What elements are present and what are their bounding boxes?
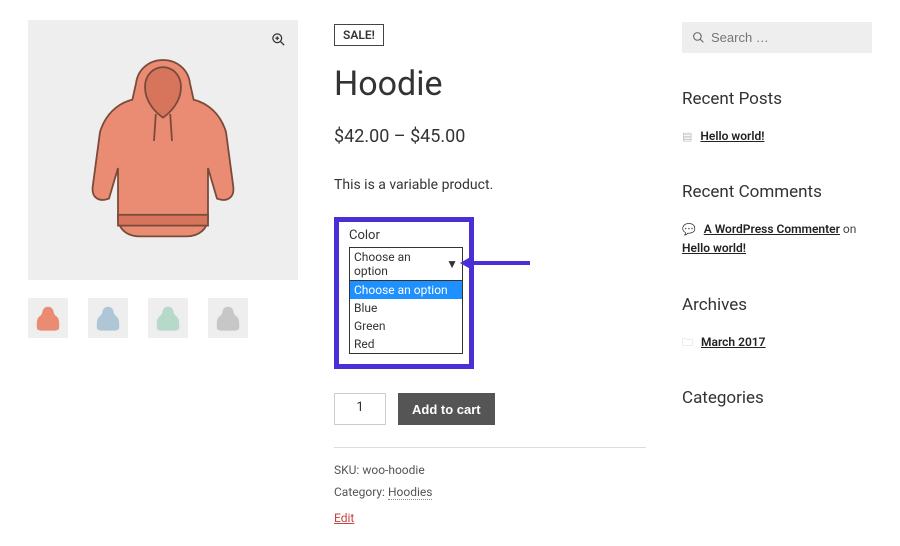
recent-comments-heading: Recent Comments <box>682 182 872 202</box>
select-value: Choose an option <box>354 250 446 278</box>
thumbnail-3[interactable] <box>148 298 188 338</box>
annotation-arrow <box>460 255 530 271</box>
color-select[interactable]: Choose an option ▼ <box>349 247 463 281</box>
categories-heading: Categories <box>682 388 872 408</box>
archives-heading: Archives <box>682 295 872 315</box>
recent-posts-heading: Recent Posts <box>682 89 872 109</box>
variation-highlight-box: Color Choose an option ▼ Choose an optio… <box>334 217 474 369</box>
add-to-cart-button[interactable]: Add to cart <box>398 393 495 425</box>
option-green[interactable]: Green <box>350 317 462 335</box>
select-dropdown-list: Choose an option Blue Green Red <box>349 281 463 354</box>
product-description: This is a variable product. <box>334 177 646 193</box>
document-icon: ▤ <box>682 130 692 143</box>
thumbnail-4[interactable] <box>208 298 248 338</box>
option-blue[interactable]: Blue <box>350 299 462 317</box>
recent-post-link[interactable]: Hello world! <box>700 129 764 143</box>
edit-link[interactable]: Edit <box>334 511 354 525</box>
folder-icon: 🗀 <box>682 336 693 349</box>
zoom-icon[interactable] <box>271 32 286 47</box>
sale-badge: SALE! <box>334 24 384 46</box>
variation-label: Color <box>349 228 459 243</box>
search-input[interactable] <box>711 30 862 45</box>
on-text: on <box>840 222 856 236</box>
product-price: $42.00 – $45.00 <box>334 126 646 147</box>
sku-value: woo-hoodie <box>362 463 424 477</box>
chevron-down-icon: ▼ <box>446 257 458 271</box>
comment-icon: 💬 <box>682 223 696 236</box>
comment-post-link[interactable]: Hello world! <box>682 241 746 255</box>
quantity-input[interactable]: 1 <box>334 393 386 425</box>
hoodie-illustration <box>73 50 253 250</box>
option-red[interactable]: Red <box>350 335 462 353</box>
sku-label: SKU: <box>334 463 359 477</box>
category-link[interactable]: Hoodies <box>388 485 433 500</box>
search-box[interactable] <box>682 22 872 53</box>
search-icon <box>692 31 705 44</box>
product-title: Hoodie <box>334 64 646 104</box>
category-label: Category: <box>334 485 385 499</box>
product-main-image <box>28 20 298 280</box>
archive-link[interactable]: March 2017 <box>701 335 766 349</box>
option-choose[interactable]: Choose an option <box>350 281 462 299</box>
comment-author-link[interactable]: A WordPress Commenter <box>704 222 840 236</box>
thumbnail-2[interactable] <box>88 298 128 338</box>
thumbnail-1[interactable] <box>28 298 68 338</box>
